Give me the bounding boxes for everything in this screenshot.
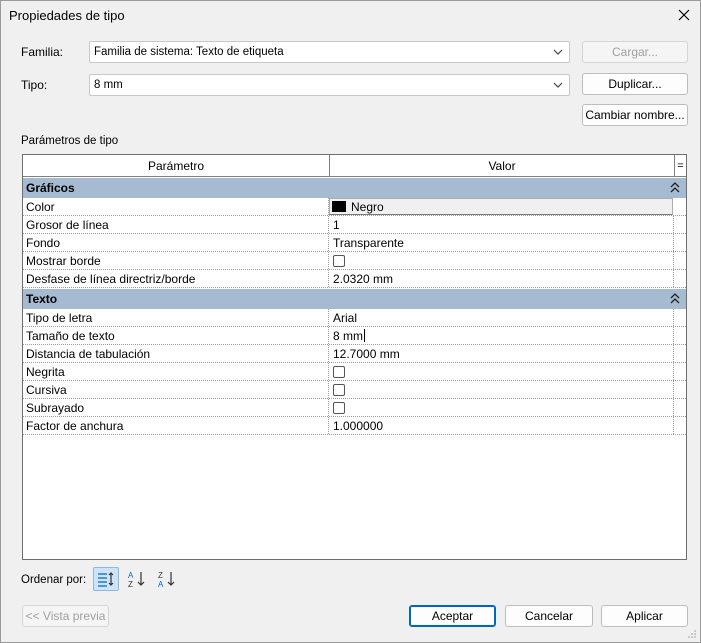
param-value[interactable]: Transparente — [329, 234, 674, 251]
svg-text:A: A — [128, 571, 134, 580]
param-name: Subrayado — [23, 399, 329, 416]
type-label: Tipo: — [21, 78, 48, 92]
table-row: Tamaño de texto 8 mm — [23, 327, 686, 345]
cancel-button[interactable]: Cancelar — [505, 605, 593, 627]
preview-button[interactable]: << Vista previa — [22, 605, 109, 627]
param-value-cell — [329, 381, 674, 398]
underline-checkbox[interactable] — [333, 402, 345, 414]
sort-ascending-button[interactable]: A Z — [123, 567, 149, 591]
sort-label: Ordenar por: — [21, 574, 87, 586]
type-parameters-label: Parámetros de tipo — [21, 135, 119, 147]
table-row: Mostrar borde — [23, 252, 686, 270]
param-value-cell — [329, 363, 674, 380]
rename-button[interactable]: Cambiar nombre... — [582, 104, 688, 126]
collapse-icon[interactable] — [670, 293, 680, 305]
param-name: Negrita — [23, 363, 329, 380]
table-row: Color Negro — [23, 198, 686, 216]
type-properties-dialog: Propiedades de tipo Familia: Familia de … — [0, 0, 701, 643]
ok-button[interactable]: Aceptar — [409, 605, 496, 627]
sort-descending-icon: Z A — [158, 571, 175, 588]
param-value[interactable]: 2.0320 mm — [329, 270, 674, 287]
dialog-title: Propiedades de tipo — [9, 8, 125, 23]
param-value[interactable]: 1 — [329, 216, 674, 233]
param-name: Mostrar borde — [23, 252, 329, 269]
param-name: Fondo — [23, 234, 329, 251]
param-name: Distancia de tabulación — [23, 345, 329, 362]
column-header-value[interactable]: Valor — [330, 155, 675, 176]
color-swatch — [332, 201, 346, 212]
param-name: Tipo de letra — [23, 309, 329, 326]
type-value: 8 mm — [94, 79, 123, 91]
duplicate-button[interactable]: Duplicar... — [582, 73, 688, 95]
group-header-text[interactable]: Texto — [23, 289, 686, 309]
table-row: Desfase de línea directriz/borde 2.0320 … — [23, 270, 686, 288]
table-row: Tipo de letra Arial — [23, 309, 686, 327]
param-value-cell — [329, 399, 674, 416]
grouped-sort-icon — [98, 572, 114, 587]
svg-text:Z: Z — [158, 571, 163, 580]
title-bar: Propiedades de tipo — [1, 1, 700, 29]
table-row: Distancia de tabulación 12.7000 mm — [23, 345, 686, 363]
svg-text:Z: Z — [128, 580, 133, 588]
table-row: Subrayado — [23, 399, 686, 417]
param-name: Tamaño de texto — [23, 327, 329, 344]
param-value: 8 mm — [333, 329, 363, 343]
group-title: Texto — [26, 292, 58, 306]
param-value[interactable]: 1.000000 — [329, 417, 674, 434]
family-value: Familia de sistema: Texto de etiqueta — [94, 46, 284, 58]
close-icon — [678, 9, 690, 21]
sort-ascending-icon: A Z — [128, 571, 145, 588]
group-header-graphics[interactable]: Gráficos — [23, 178, 686, 198]
param-name: Color — [23, 198, 329, 215]
close-button[interactable] — [670, 1, 698, 29]
param-value-cell — [329, 252, 674, 269]
sort-descending-button[interactable]: Z A — [153, 567, 179, 591]
param-value[interactable]: 12.7000 mm — [329, 345, 674, 362]
table-row: Cursiva — [23, 381, 686, 399]
chevron-down-icon — [553, 49, 563, 55]
param-value[interactable]: Arial — [329, 309, 674, 326]
show-border-checkbox[interactable] — [333, 255, 345, 267]
column-header-parameter[interactable]: Parámetro — [23, 155, 330, 176]
apply-button[interactable]: Aplicar — [601, 605, 688, 627]
table-row: Fondo Transparente — [23, 234, 686, 252]
italic-checkbox[interactable] — [333, 384, 345, 396]
param-name: Factor de anchura — [23, 417, 329, 434]
group-title: Gráficos — [26, 181, 75, 195]
family-label: Familia: — [21, 45, 64, 59]
param-name: Cursiva — [23, 381, 329, 398]
param-value-editor[interactable]: 8 mm — [329, 327, 674, 344]
param-name: Desfase de línea directriz/borde — [23, 270, 329, 287]
load-button[interactable]: Cargar... — [582, 41, 688, 63]
table-row: Factor de anchura 1.000000 — [23, 417, 686, 435]
svg-text:A: A — [158, 580, 164, 588]
color-picker-button[interactable]: Negro — [329, 198, 673, 215]
param-value: Negro — [351, 200, 384, 214]
resize-grip-icon[interactable] — [687, 629, 697, 639]
sort-grouped-button[interactable] — [93, 567, 119, 591]
collapse-icon[interactable] — [670, 182, 680, 194]
family-dropdown[interactable]: Familia de sistema: Texto de etiqueta — [89, 41, 570, 63]
table-row: Grosor de línea 1 — [23, 216, 686, 234]
type-dropdown[interactable]: 8 mm — [89, 74, 570, 96]
column-header-extra[interactable]: = — [675, 155, 686, 176]
chevron-down-icon — [553, 82, 563, 88]
type-parameters-grid: Parámetro Valor = Gráficos Color Negro G… — [22, 154, 687, 560]
bold-checkbox[interactable] — [333, 366, 345, 378]
text-caret — [364, 329, 365, 342]
table-row: Negrita — [23, 363, 686, 381]
grid-header: Parámetro Valor = — [23, 155, 686, 177]
param-name: Grosor de línea — [23, 216, 329, 233]
